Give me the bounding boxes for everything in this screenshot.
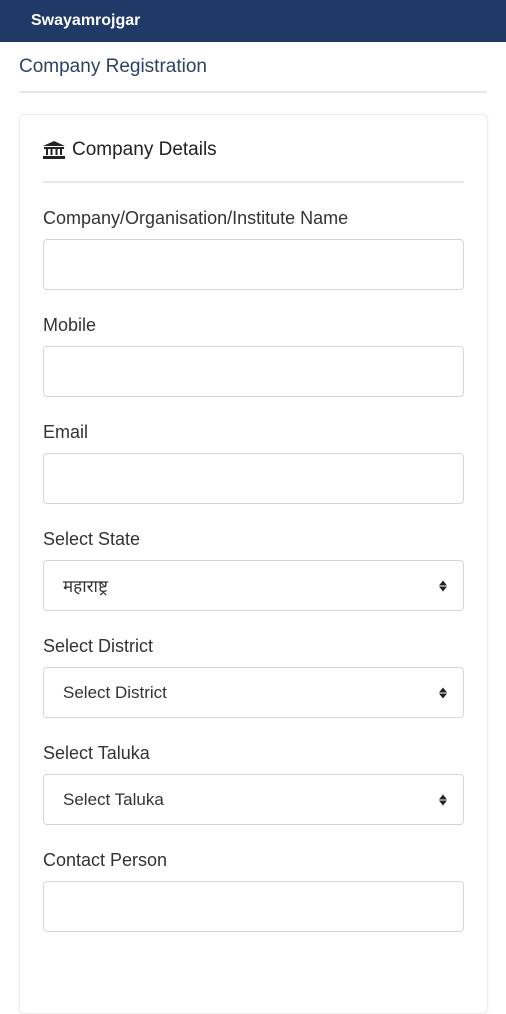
taluka-label: Select Taluka	[43, 743, 150, 763]
company-details-card: Company Details Company/Organisation/Ins…	[19, 114, 488, 1014]
district-label: Select District	[43, 636, 154, 656]
contact-person-input[interactable]	[43, 881, 464, 932]
select-arrows-icon	[439, 794, 447, 805]
taluka-select[interactable]: Select Taluka	[43, 774, 464, 825]
select-arrows-icon	[439, 687, 447, 698]
company-name-label: Company/Organisation/Institute Name	[43, 208, 349, 228]
company-name-input[interactable]	[43, 239, 464, 290]
email-label: Email	[43, 422, 89, 442]
top-app-bar: Swayamrojgar	[0, 0, 506, 42]
app-title: Swayamrojgar	[31, 12, 141, 29]
card-title: Company Details	[72, 139, 217, 160]
email-input[interactable]	[43, 453, 464, 504]
mobile-label: Mobile	[43, 315, 97, 335]
card-header: Company Details	[43, 115, 464, 183]
state-selected-value: महाराष्ट्र	[63, 577, 108, 596]
mobile-input[interactable]	[43, 346, 464, 397]
select-arrows-icon	[439, 580, 447, 591]
taluka-selected-value: Select Taluka	[63, 789, 164, 809]
page-title: Company Registration	[19, 56, 487, 93]
contact-person-label: Contact Person	[43, 850, 168, 870]
institution-icon	[43, 141, 65, 159]
district-select[interactable]: Select District	[43, 667, 464, 718]
state-select[interactable]: महाराष्ट्र	[43, 560, 464, 611]
district-selected-value: Select District	[63, 682, 167, 702]
state-label: Select State	[43, 529, 141, 549]
